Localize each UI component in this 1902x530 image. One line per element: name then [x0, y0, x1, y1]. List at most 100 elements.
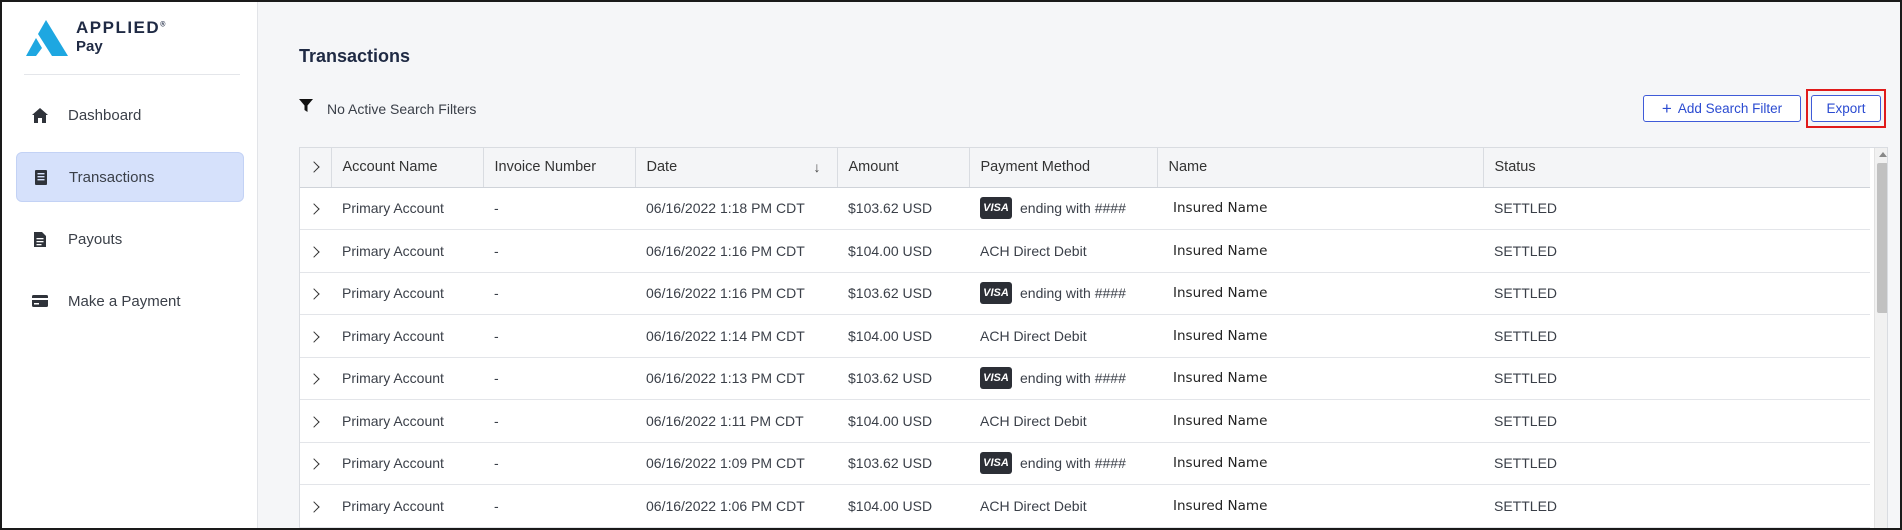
chevron-right-icon [308, 501, 320, 513]
column-header-account-name[interactable]: Account Name [331, 148, 484, 188]
column-header-status[interactable]: Status [1483, 148, 1870, 188]
date-cell: 06/16/2022 1:16 PM CDT [635, 229, 837, 273]
scrollbar-thumb[interactable] [1877, 163, 1887, 313]
payment-method-text: ending with #### [1020, 200, 1126, 217]
sidebar-divider [24, 74, 240, 75]
name-cell: Insured Name [1157, 442, 1483, 485]
export-button[interactable]: Export [1811, 95, 1881, 122]
column-header-date[interactable]: Date ↓ [635, 148, 838, 188]
date-cell: 06/16/2022 1:09 PM CDT [635, 442, 837, 485]
chevron-right-icon [308, 203, 320, 215]
name-cell: Insured Name [1157, 399, 1483, 443]
expand-row-button[interactable] [300, 187, 331, 230]
table-row[interactable]: Primary Account -06/16/2022 1:13 PM CDT $1… [300, 357, 1870, 400]
invoice-number-cell: - [483, 357, 635, 400]
status-cell: SETTLED [1483, 272, 1870, 315]
credit-card-icon [32, 293, 48, 309]
payment-method-cell: ACH Direct Debit [969, 314, 1157, 358]
expand-row-button[interactable] [300, 357, 331, 400]
table-row[interactable]: Primary Account -06/16/2022 1:09 PM CDT $1… [300, 442, 1870, 485]
trademark-symbol: ® [160, 21, 166, 29]
table-row[interactable]: Primary Account -06/16/2022 1:18 PM CDT $1… [300, 187, 1870, 230]
logo-subtitle: Pay [76, 38, 103, 55]
transactions-table: Account Name Invoice Number Date ↓ Amount… [299, 147, 1888, 528]
amount-cell: $103.62 USD [837, 272, 969, 315]
sidebar-item-transactions[interactable]: Transactions [16, 152, 244, 202]
main-content: Transactions No Active Search Filters + … [259, 2, 1900, 528]
table-header-row: Account Name Invoice Number Date ↓ Amount… [300, 148, 1870, 188]
account-name-cell: Primary Account [331, 442, 483, 485]
applied-logo-icon [26, 20, 68, 56]
filter-status-row: No Active Search Filters [299, 99, 476, 118]
column-header-name[interactable]: Name [1157, 148, 1484, 188]
invoice-number-cell: - [483, 314, 635, 358]
table-row[interactable]: Primary Account -06/16/2022 1:06 PM CDT $1… [300, 484, 1870, 528]
document-icon [32, 231, 48, 247]
name-cell: Insured Name [1157, 357, 1483, 400]
column-header-invoice-number[interactable]: Invoice Number [483, 148, 636, 188]
account-name-cell: Primary Account [331, 187, 483, 230]
payment-method-text: ending with #### [1020, 285, 1126, 302]
applied-pay-logo[interactable]: APPLIED® Pay [26, 16, 236, 62]
column-header-payment-method[interactable]: Payment Method [969, 148, 1158, 188]
table-row[interactable]: Primary Account -06/16/2022 1:11 PM CDT $1… [300, 399, 1870, 443]
visa-card-icon: VISA [980, 282, 1012, 305]
expand-row-button[interactable] [300, 442, 331, 485]
name-cell: Insured Name [1157, 229, 1483, 273]
date-cell: 06/16/2022 1:18 PM CDT [635, 187, 837, 230]
add-search-filter-button[interactable]: + Add Search Filter [1643, 95, 1801, 122]
expand-row-button[interactable] [300, 484, 331, 528]
date-cell: 06/16/2022 1:06 PM CDT [635, 484, 837, 528]
payment-method-text: ending with #### [1020, 455, 1126, 472]
date-cell: 06/16/2022 1:13 PM CDT [635, 357, 837, 400]
invoice-number-cell: - [483, 442, 635, 485]
account-name-cell: Primary Account [331, 357, 483, 400]
payment-method-cell: ACH Direct Debit [969, 399, 1157, 443]
status-cell: SETTLED [1483, 357, 1870, 400]
logo-wordmark: APPLIED® [76, 18, 166, 37]
table-row[interactable]: Primary Account -06/16/2022 1:16 PM CDT $1… [300, 272, 1870, 315]
payment-method-text: ACH Direct Debit [980, 327, 1087, 344]
amount-cell: $104.00 USD [837, 229, 969, 273]
visa-card-icon: VISA [980, 197, 1012, 220]
sidebar-item-payouts[interactable]: Payouts [16, 214, 244, 264]
invoice-number-cell: - [483, 272, 635, 315]
chevron-right-icon [308, 331, 320, 343]
column-header-amount[interactable]: Amount [837, 148, 970, 188]
home-icon [32, 107, 48, 123]
payment-method-cell: VISA ending with #### [969, 187, 1157, 230]
account-name-cell: Primary Account [331, 314, 483, 358]
filter-icon[interactable] [299, 99, 313, 118]
account-name-cell: Primary Account [331, 229, 483, 273]
sidebar-item-dashboard[interactable]: Dashboard [16, 90, 244, 140]
sidebar-item-make-a-payment[interactable]: Make a Payment [16, 276, 244, 326]
sidebar-item-label: Payouts [68, 230, 123, 248]
sidebar-item-label: Transactions [69, 168, 155, 186]
table-row[interactable]: Primary Account -06/16/2022 1:16 PM CDT $1… [300, 229, 1870, 273]
name-cell: Insured Name [1157, 314, 1483, 358]
expand-row-button[interactable] [300, 314, 331, 358]
status-cell: SETTLED [1483, 442, 1870, 485]
app-window: APPLIED® Pay Dashboard Transactions Payo… [0, 0, 1902, 530]
status-cell: SETTLED [1483, 229, 1870, 273]
payment-method-cell: VISA ending with #### [969, 272, 1157, 315]
chevron-right-icon [308, 246, 320, 258]
invoice-number-cell: - [483, 484, 635, 528]
chevron-right-icon [308, 161, 320, 173]
expand-row-button[interactable] [300, 272, 331, 315]
sort-descending-icon: ↓ [813, 159, 821, 176]
payment-method-cell: ACH Direct Debit [969, 229, 1157, 273]
invoice-number-cell: - [483, 187, 635, 230]
expand-all-header[interactable] [300, 148, 332, 188]
scroll-up-arrow-icon[interactable] [1879, 152, 1887, 157]
amount-cell: $104.00 USD [837, 484, 969, 528]
name-cell: Insured Name [1157, 272, 1483, 315]
table-row[interactable]: Primary Account -06/16/2022 1:14 PM CDT $1… [300, 314, 1870, 358]
vertical-scrollbar[interactable] [1874, 148, 1887, 528]
expand-row-button[interactable] [300, 229, 331, 273]
payment-method-text: ACH Direct Debit [980, 242, 1087, 259]
column-header-date-label: Date [646, 159, 678, 176]
payment-method-text: ending with #### [1020, 370, 1126, 387]
expand-row-button[interactable] [300, 399, 331, 443]
date-cell: 06/16/2022 1:14 PM CDT [635, 314, 837, 358]
